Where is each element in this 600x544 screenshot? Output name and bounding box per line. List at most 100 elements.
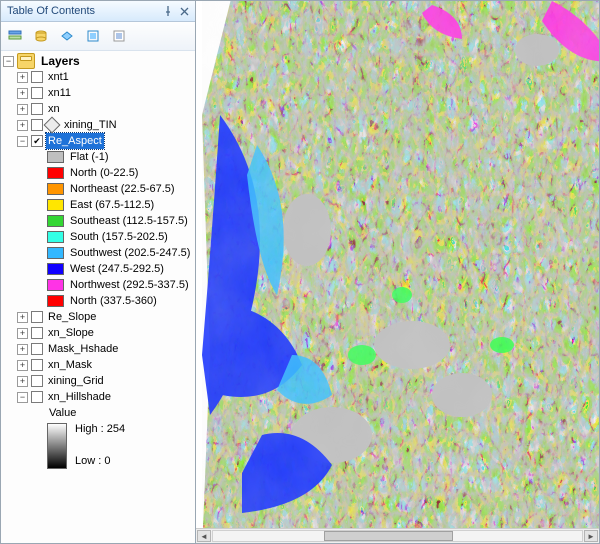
root-label: Layers (39, 53, 82, 69)
hillshade-low: Low : 0 (73, 453, 127, 469)
visibility-checkbox[interactable] (31, 311, 43, 323)
layer-item[interactable]: + xn_Slope (3, 325, 195, 341)
legend-swatch (47, 231, 64, 243)
root-layers[interactable]: − Layers (3, 53, 195, 69)
legend-item: Northeast (22.5-67.5) (3, 181, 195, 197)
expand-toggle[interactable]: + (17, 328, 28, 339)
scroll-right-button[interactable]: ► (584, 530, 598, 542)
layer-label[interactable]: xnt1 (46, 69, 71, 85)
layer-item[interactable]: + xn (3, 101, 195, 117)
legend-swatch (47, 167, 64, 179)
legend-label: North (0-22.5) (68, 165, 140, 181)
layer-item[interactable]: + Re_Slope (3, 309, 195, 325)
visibility-checkbox[interactable] (31, 119, 43, 131)
legend-item: North (0-22.5) (3, 165, 195, 181)
legend-label: Southwest (202.5-247.5) (68, 245, 192, 261)
layer-label[interactable]: Re_Slope (46, 309, 98, 325)
expand-toggle[interactable]: + (17, 120, 28, 131)
expand-toggle[interactable]: + (17, 376, 28, 387)
panel-toolbar (1, 22, 195, 51)
layer-item[interactable]: − Re_Aspect (3, 133, 195, 149)
legend-label: North (337.5-360) (68, 293, 159, 309)
legend-item: Southwest (202.5-247.5) (3, 245, 195, 261)
legend-swatch (47, 183, 64, 195)
aspect-raster (202, 1, 599, 543)
expand-toggle[interactable]: + (17, 104, 28, 115)
legend-label: Northeast (22.5-67.5) (68, 181, 177, 197)
layer-label[interactable]: Re_Aspect (46, 133, 104, 149)
visibility-checkbox[interactable] (31, 343, 43, 355)
list-by-source-icon[interactable] (31, 26, 51, 46)
layer-label[interactable]: xn_Slope (46, 325, 96, 341)
legend-item: Flat (-1) (3, 149, 195, 165)
close-icon[interactable] (177, 4, 191, 18)
expand-toggle[interactable]: + (17, 360, 28, 371)
legend-label: Northwest (292.5-337.5) (68, 277, 191, 293)
layer-item[interactable]: + xining_TIN (3, 117, 195, 133)
visibility-checkbox[interactable] (31, 391, 43, 403)
visibility-checkbox[interactable] (31, 135, 43, 147)
panel-titlebar[interactable]: Table Of Contents (1, 1, 195, 22)
legend-item: East (67.5-112.5) (3, 197, 195, 213)
pin-icon[interactable] (161, 4, 175, 18)
hillshade-value-label: Value (3, 405, 195, 421)
layer-label[interactable]: xn11 (46, 85, 73, 101)
tin-icon (44, 117, 61, 134)
legend-label: Flat (-1) (68, 149, 111, 165)
expand-toggle[interactable]: + (17, 88, 28, 99)
layer-item[interactable]: + Mask_Hshade (3, 341, 195, 357)
layer-item[interactable]: + xn11 (3, 85, 195, 101)
layer-label[interactable]: xining_Grid (46, 373, 106, 389)
list-by-drawing-order-icon[interactable] (5, 26, 25, 46)
legend-swatch (47, 151, 64, 163)
layer-label[interactable]: xining_TIN (62, 117, 119, 133)
scroll-track[interactable] (212, 530, 583, 542)
list-by-visibility-icon[interactable] (57, 26, 77, 46)
layer-tree[interactable]: − Layers + xnt1 + xn11 + xn + xining_TIN − Re_Asp… (1, 51, 195, 543)
legend-swatch (47, 279, 64, 291)
legend-swatch (47, 295, 64, 307)
legend-item: North (337.5-360) (3, 293, 195, 309)
options-icon[interactable] (109, 26, 129, 46)
legend-label: East (67.5-112.5) (68, 197, 156, 213)
visibility-checkbox[interactable] (31, 71, 43, 83)
legend-item: West (247.5-292.5) (3, 261, 195, 277)
toc-panel: Table Of Contents (1, 1, 196, 543)
hillshade-gradient: High : 254 Low : 0 (3, 421, 195, 471)
layer-item[interactable]: + xnt1 (3, 69, 195, 85)
list-by-selection-icon[interactable] (83, 26, 103, 46)
expand-toggle[interactable]: − (17, 392, 28, 403)
map-canvas (202, 1, 599, 543)
expand-toggle[interactable]: + (17, 344, 28, 355)
visibility-checkbox[interactable] (31, 103, 43, 115)
scroll-left-button[interactable]: ◄ (197, 530, 211, 542)
layers-icon (17, 53, 35, 69)
expand-toggle[interactable]: + (17, 312, 28, 323)
horizontal-scrollbar[interactable]: ◄ ► (196, 528, 599, 543)
legend-item: South (157.5-202.5) (3, 229, 195, 245)
expand-toggle[interactable]: − (17, 136, 28, 147)
layer-item[interactable]: − xn_Hillshade (3, 389, 195, 405)
visibility-checkbox[interactable] (31, 375, 43, 387)
panel-title-text: Table Of Contents (7, 1, 95, 21)
scroll-thumb[interactable] (324, 531, 453, 541)
legend-swatch (47, 215, 64, 227)
visibility-checkbox[interactable] (31, 87, 43, 99)
layer-item[interactable]: + xn_Mask (3, 357, 195, 373)
visibility-checkbox[interactable] (31, 327, 43, 339)
layer-item[interactable]: + xining_Grid (3, 373, 195, 389)
layer-label[interactable]: xn_Mask (46, 357, 94, 373)
visibility-checkbox[interactable] (31, 359, 43, 371)
legend-label: Southeast (112.5-157.5) (68, 213, 190, 229)
map-viewport[interactable]: ◄ ► (196, 1, 599, 543)
legend-swatch (47, 247, 64, 259)
expand-toggle[interactable]: + (17, 72, 28, 83)
legend-label: West (247.5-292.5) (68, 261, 166, 277)
gradient-swatch (47, 423, 67, 469)
layer-label[interactable]: Mask_Hshade (46, 341, 120, 357)
layer-label[interactable]: xn (46, 101, 62, 117)
layer-label[interactable]: xn_Hillshade (46, 389, 113, 405)
expand-toggle[interactable]: − (3, 56, 14, 67)
legend-item: Southeast (112.5-157.5) (3, 213, 195, 229)
legend-swatch (47, 263, 64, 275)
